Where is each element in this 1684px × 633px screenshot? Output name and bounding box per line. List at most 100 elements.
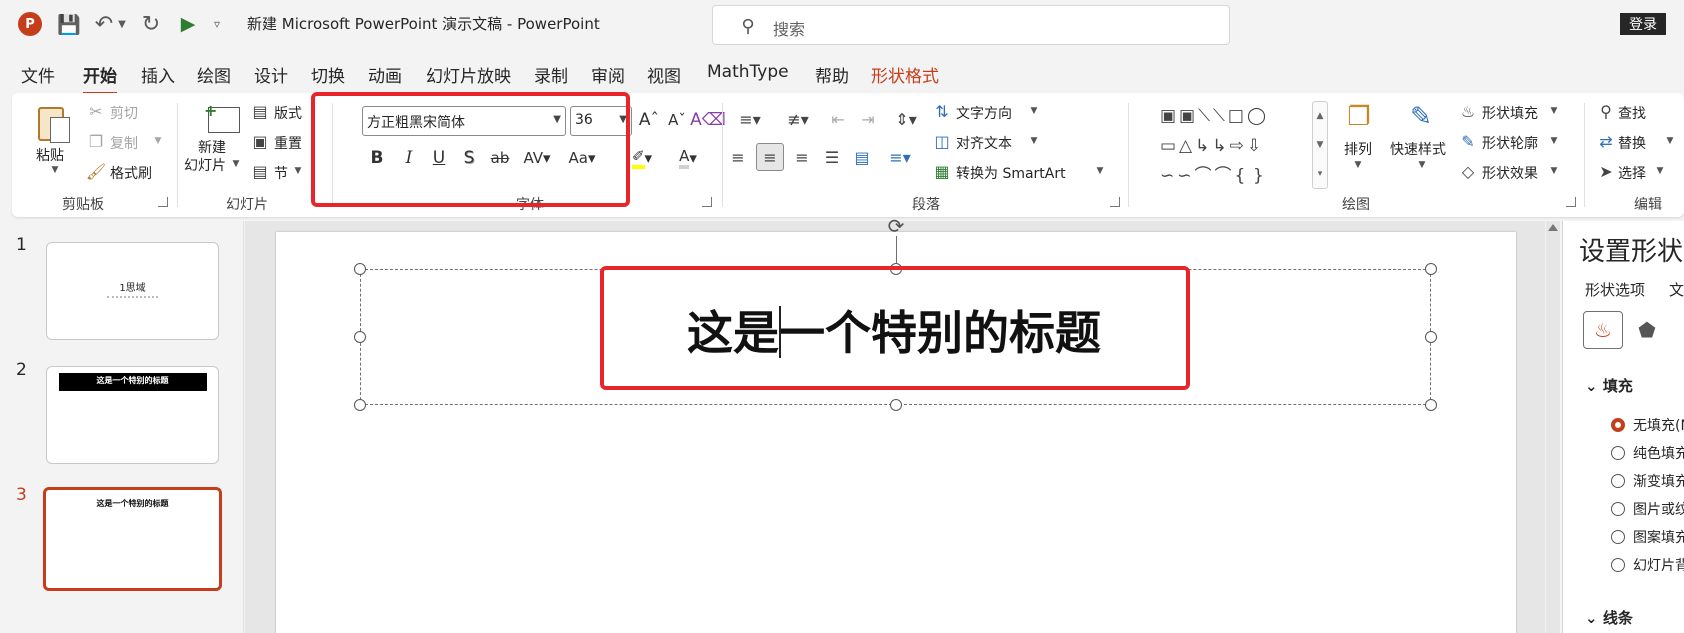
new-slide-label-line2[interactable]: 幻灯片 (184, 155, 226, 175)
tab-view[interactable]: 视图 (647, 62, 681, 87)
tab-animations[interactable]: 动画 (368, 62, 402, 87)
smartart-icon[interactable]: ▦ (932, 161, 952, 181)
clear-formatting-icon[interactable]: A⌫ (690, 105, 726, 135)
tab-design[interactable]: 设计 (254, 62, 288, 87)
radio-button[interactable] (1611, 418, 1625, 432)
redo-icon[interactable]: ↻ (138, 11, 164, 37)
solid-fill-option[interactable]: 纯色填充 (1611, 443, 1684, 463)
decrease-font-size-icon[interactable]: Aˇ (664, 105, 690, 135)
resize-handle-bottom[interactable] (890, 399, 902, 411)
tab-file[interactable]: 文件 (21, 62, 55, 87)
chevron-down-icon[interactable]: ▼ (1028, 135, 1040, 147)
effects-pentagon-icon[interactable]: ⬟ (1627, 311, 1667, 349)
clipboard-launcher-icon[interactable] (158, 197, 168, 207)
tab-text-options[interactable]: 文 (1669, 279, 1684, 300)
chevron-down-icon[interactable]: ▼ (1664, 135, 1676, 147)
chevron-down-icon[interactable]: ▼ (1548, 105, 1560, 117)
line-spacing-icon[interactable]: ⇕▾ (886, 105, 926, 133)
resize-handle-bottom-left[interactable] (354, 399, 366, 411)
align-text-button[interactable]: 对齐文本 (956, 133, 1012, 153)
radio-button[interactable] (1611, 446, 1625, 460)
resize-handle-left[interactable] (354, 331, 366, 343)
align-center-icon[interactable]: ≡ (756, 143, 784, 171)
select-cursor-icon[interactable]: ➤ (1596, 161, 1616, 181)
shape-fill-icon[interactable]: ♨ (1458, 101, 1478, 121)
paragraph-launcher-icon[interactable] (1110, 197, 1120, 207)
bullets-icon[interactable]: ≡▾ (730, 105, 770, 133)
radio-button[interactable] (1611, 558, 1625, 572)
increase-font-size-icon[interactable]: Aˆ (636, 105, 662, 135)
chevron-down-icon[interactable]: ▼ (1028, 105, 1040, 117)
numbering-icon[interactable]: ≢▾ (778, 105, 818, 133)
shapes-row-3[interactable]: ∽∽⌒⌒{ } (1160, 161, 1320, 191)
format-painter-button[interactable]: 格式刷 (110, 163, 152, 183)
justify-icon[interactable]: ☰ (818, 143, 846, 171)
tab-mathtype[interactable]: MathType (707, 62, 789, 82)
tab-record[interactable]: 录制 (534, 62, 568, 87)
resize-handle-bottom-right[interactable] (1425, 399, 1437, 411)
new-slide-icon[interactable]: + (204, 101, 244, 137)
shape-outline-button[interactable]: 形状轮廓 (1482, 133, 1538, 153)
new-slide-dropdown-icon[interactable]: ▼ (230, 157, 242, 171)
convert-smartart-button[interactable]: 转换为 SmartArt (956, 163, 1066, 183)
present-from-start-icon[interactable]: ▶ (175, 11, 201, 37)
arrange-icon[interactable]: ❐ (1342, 99, 1376, 135)
undo-dropdown-icon[interactable]: ▼ (116, 11, 128, 37)
chevron-down-icon[interactable]: ▼ (1654, 165, 1666, 177)
quick-styles-button[interactable]: 快速样式 (1390, 139, 1446, 159)
align-right-icon[interactable]: ≡ (788, 143, 816, 171)
section-icon[interactable]: ▤ (250, 161, 270, 181)
find-button[interactable]: 查找 (1618, 103, 1646, 123)
tab-transitions[interactable]: 切换 (311, 62, 345, 87)
paste-icon[interactable] (36, 103, 74, 147)
tab-review[interactable]: 审阅 (591, 62, 625, 87)
font-launcher-icon[interactable] (702, 197, 712, 207)
tab-slideshow[interactable]: 幻灯片放映 (426, 62, 511, 87)
save-icon[interactable]: 💾 (56, 11, 82, 37)
chevron-up-icon[interactable]: ▲ (1317, 111, 1324, 121)
font-color-icon[interactable]: A ▾ (670, 143, 706, 173)
no-fill-option[interactable]: 无填充(N (1611, 415, 1684, 435)
paste-button[interactable]: 粘贴 (36, 145, 64, 165)
chevron-down-icon[interactable]: ▼ (1548, 135, 1560, 147)
radio-button[interactable] (1611, 502, 1625, 516)
slide-thumbnail-1[interactable]: 1思域 (46, 242, 219, 340)
shape-effects-icon[interactable]: ◇ (1458, 161, 1478, 181)
arrange-button[interactable]: 排列 (1344, 139, 1372, 159)
rotate-handle-icon[interactable]: ⟳ (885, 214, 907, 238)
select-button[interactable]: 选择 (1618, 163, 1646, 183)
reset-icon[interactable]: ▣ (250, 131, 270, 151)
resize-handle-top-right[interactable] (1425, 263, 1437, 275)
chevron-down-icon[interactable]: ▼ (1352, 159, 1364, 171)
columns-icon[interactable]: ≡▾ (880, 143, 920, 171)
replace-icon[interactable]: ⇄ (1596, 131, 1616, 151)
drawing-launcher-icon[interactable] (1566, 197, 1576, 207)
quick-styles-icon[interactable]: ✎ (1402, 99, 1440, 135)
radio-button[interactable] (1611, 474, 1625, 488)
layout-icon[interactable]: ▤ (250, 101, 270, 121)
radio-button[interactable] (1611, 530, 1625, 544)
increase-indent-icon[interactable]: ⇥ (854, 105, 882, 133)
align-text-icon[interactable]: ◫ (932, 131, 952, 151)
align-left-icon[interactable]: ≡ (724, 143, 752, 171)
chevron-down-icon[interactable]: ▼ (1094, 165, 1106, 177)
undo-icon[interactable]: ↶ (91, 11, 117, 37)
shapes-gallery-scroll[interactable]: ▲ ▼ ▾ (1312, 101, 1328, 189)
slide-thumbnail-3[interactable]: 这是一个特别的标题 (43, 487, 222, 591)
new-slide-button[interactable]: 新建 (198, 137, 226, 157)
tab-draw[interactable]: 绘图 (197, 62, 231, 87)
format-painter-icon[interactable]: 🖌 (86, 161, 106, 181)
shape-fill-button[interactable]: 形状填充 (1482, 103, 1538, 123)
pattern-fill-option[interactable]: 图案填充 (1611, 527, 1684, 547)
scroll-up-icon[interactable] (1548, 224, 1558, 231)
replace-button[interactable]: 替换 (1618, 133, 1646, 153)
login-button[interactable]: 登录 (1620, 13, 1666, 35)
section-dropdown-icon[interactable]: ▼ (292, 165, 304, 177)
tab-help[interactable]: 帮助 (815, 62, 849, 87)
line-section-header[interactable]: ⌄ 线条 (1585, 607, 1633, 628)
tab-shape-format[interactable]: 形状格式 (871, 62, 939, 87)
shape-effects-button[interactable]: 形状效果 (1482, 163, 1538, 183)
customize-toolbar-icon[interactable]: ▿ (210, 11, 224, 37)
paste-dropdown-icon[interactable]: ▼ (48, 165, 62, 175)
resize-handle-top-left[interactable] (354, 263, 366, 275)
